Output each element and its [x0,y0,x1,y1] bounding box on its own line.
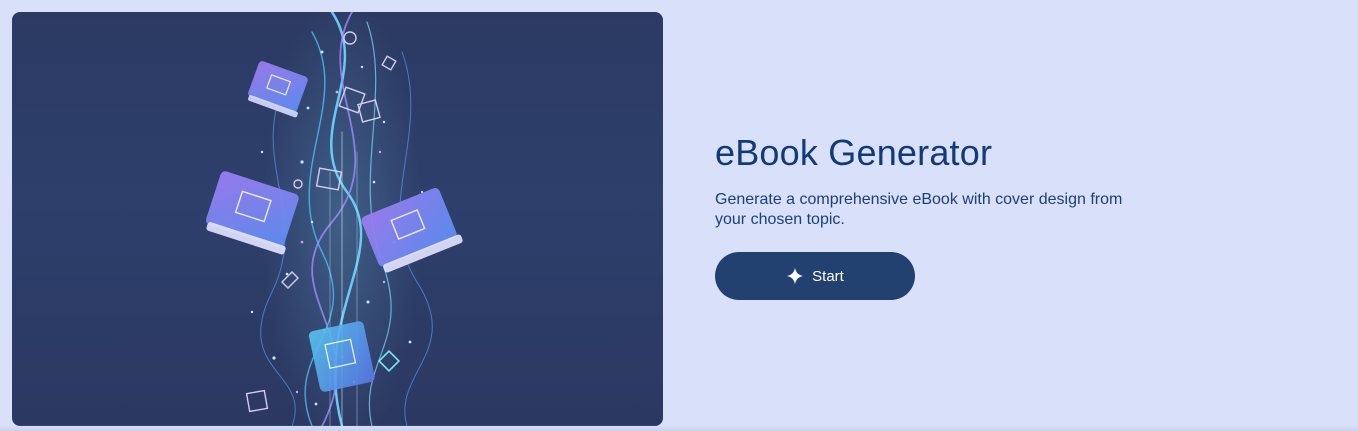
bottom-edge-shadow [0,425,1358,431]
sparkle-icon [786,267,804,285]
card-description: Generate a comprehensive eBook with cove… [715,191,1123,228]
ebook-illustration [12,12,663,426]
card-content: eBook Generator Generate a comprehensive… [715,130,1175,300]
books-light-stream-image [205,12,463,426]
start-button[interactable]: Start [715,252,915,300]
start-button-label: Start [812,267,844,285]
page-title: eBook Generator [715,132,993,173]
